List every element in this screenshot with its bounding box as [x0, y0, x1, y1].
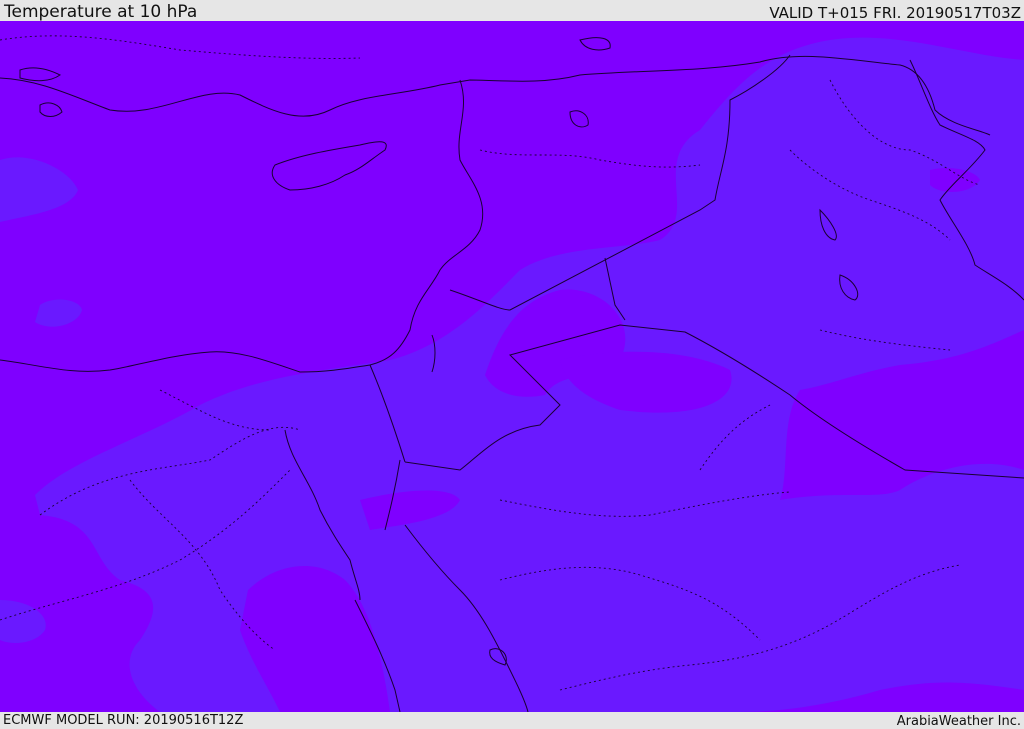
credit: ArabiaWeather Inc.	[896, 714, 1021, 729]
valid-time: VALID T+015 FRI. 20190517T03Z	[769, 4, 1021, 22]
map-title: Temperature at 10 hPa	[4, 2, 198, 22]
footer-bar: ECMWF MODEL RUN: 20190516T12Z ArabiaWeat…	[0, 712, 1024, 729]
model-run: ECMWF MODEL RUN: 20190516T12Z	[3, 713, 244, 728]
weather-map[interactable]	[0, 21, 1024, 712]
header-bar: Temperature at 10 hPa VALID T+015 FRI. 2…	[0, 0, 1024, 21]
